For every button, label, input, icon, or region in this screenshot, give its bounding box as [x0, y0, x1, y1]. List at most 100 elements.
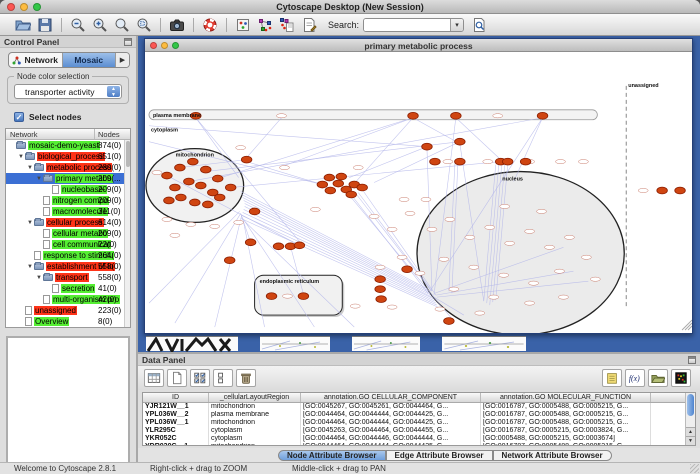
network-node[interactable] [164, 197, 175, 204]
network-node[interactable] [336, 173, 347, 180]
network-node[interactable] [224, 257, 235, 264]
tree-row[interactable]: Overview8(0) [6, 316, 130, 327]
tree-row[interactable]: ▼primary metabo209(... [6, 173, 130, 184]
zoom-fit-icon[interactable] [134, 16, 154, 34]
tab-mosaic[interactable]: Mosaic [63, 53, 117, 67]
table-row[interactable]: YPL036W__1mitochondrion[GO:0044464, GO:0… [143, 419, 695, 427]
network-node[interactable] [375, 286, 386, 293]
network-node[interactable] [455, 158, 466, 165]
tab-edge-attribute-browser[interactable]: Edge Attribute Browser [386, 450, 493, 461]
network-node[interactable] [212, 175, 223, 182]
network-node[interactable] [176, 194, 187, 201]
network-node[interactable] [375, 276, 386, 283]
tree-row[interactable]: response to stimulu264(0) [6, 250, 130, 261]
open-folder-icon[interactable] [13, 16, 33, 34]
scroll-down-icon[interactable]: ▼ [686, 436, 695, 445]
tree-row[interactable]: ▼cellular process614(0) [6, 217, 130, 228]
tree-row[interactable]: cellular metabo209(0) [6, 228, 130, 239]
network-node[interactable] [402, 266, 413, 273]
zoom-in-icon[interactable] [90, 16, 110, 34]
table-scrollbar[interactable]: ▲ ▼ [685, 393, 695, 445]
network-node[interactable] [273, 243, 284, 250]
network-node[interactable] [294, 242, 305, 249]
background-window-preview[interactable] [260, 336, 330, 351]
node-color-dropdown[interactable]: transporter activity ▲▼ [14, 84, 122, 99]
table-row[interactable]: YJR121W__1mitochondrion[GO:0045267, GO:0… [143, 403, 695, 411]
background-window-strip[interactable] [138, 335, 700, 352]
network-node[interactable] [162, 172, 173, 179]
tab-network[interactable]: Network [9, 53, 63, 67]
tab-node-attribute-browser[interactable]: Node Attribute Browser [278, 450, 386, 461]
unselect-all-attributes-icon[interactable] [213, 369, 233, 387]
network-node[interactable] [317, 181, 328, 188]
tree-row[interactable]: mosaic-demo-yeast874(0) [6, 140, 130, 151]
search-input[interactable] [364, 19, 450, 31]
tab-network-attribute-browser[interactable]: Network Attribute Browser [493, 450, 612, 461]
select-nodes-checkbox[interactable]: ✓ [14, 112, 24, 122]
vizmapper-icon[interactable] [255, 16, 275, 34]
network-node[interactable] [333, 180, 344, 187]
network-node[interactable] [455, 138, 466, 145]
network-node[interactable] [175, 164, 186, 171]
tree-row[interactable]: cell communicat22(0) [6, 239, 130, 250]
table-column-header[interactable]: annotation.GO CELLULAR_COMPONENT [301, 393, 481, 402]
search-box[interactable]: ▾ [363, 18, 464, 32]
network-node[interactable] [184, 178, 195, 185]
network-node[interactable] [657, 187, 668, 194]
filter-icon[interactable] [277, 16, 297, 34]
network-node[interactable] [430, 158, 441, 165]
table-column-header[interactable]: _cellularLayoutRegion [209, 393, 301, 402]
network-node[interactable] [249, 208, 260, 215]
float-panel-icon[interactable] [688, 356, 696, 364]
table-row[interactable]: YLR295Ccytoplasm[GO:0045263, GO:0044464,… [143, 427, 695, 435]
advanced-search-icon[interactable] [469, 16, 489, 34]
network-node[interactable] [190, 199, 201, 206]
background-window-preview[interactable] [352, 336, 420, 351]
background-window-preview[interactable] [442, 336, 526, 351]
tree-expander-icon[interactable]: ▼ [26, 165, 34, 171]
tree-expander-icon[interactable]: ▼ [17, 154, 25, 160]
network-node[interactable] [675, 187, 686, 194]
tree-row[interactable]: multi-organism pro42(0) [6, 294, 130, 305]
tab-overflow-icon[interactable]: ▶ [116, 53, 129, 67]
snapshot-icon[interactable] [167, 16, 187, 34]
matrix-icon[interactable] [671, 369, 691, 387]
zoom-selected-region-icon[interactable] [112, 16, 132, 34]
network-node[interactable] [225, 184, 236, 191]
tree-row[interactable]: macromolecule311(0) [6, 206, 130, 217]
import-attributes-icon[interactable] [648, 369, 668, 387]
network-node[interactable] [346, 191, 357, 198]
birdseye-view-panel[interactable] [6, 336, 130, 474]
tree-expander-icon[interactable]: ▼ [35, 275, 43, 281]
table-row[interactable]: YPL036W__2plasma membrane[GO:0044464, GO… [143, 411, 695, 419]
network-node[interactable] [357, 184, 368, 191]
tree-expander-icon[interactable]: ▼ [26, 264, 34, 270]
table-row[interactable]: YDR039C__1mitochondrion[GO:0044464, GO:0… [143, 443, 695, 446]
tree-row[interactable]: ▼transport558(0) [6, 272, 130, 283]
network-node[interactable] [202, 201, 213, 208]
resize-grip[interactable] [690, 464, 699, 473]
tree-expander-icon[interactable]: ▼ [35, 176, 43, 182]
network-node[interactable] [170, 184, 181, 191]
network-node[interactable] [188, 158, 199, 165]
network-node[interactable] [502, 158, 513, 165]
attribute-create-icon[interactable] [167, 369, 187, 387]
network-view-window[interactable]: primary metabolic process plasma membran… [144, 38, 693, 334]
table-column-header[interactable]: ID [143, 393, 209, 402]
network-node[interactable] [324, 174, 335, 181]
tree-row[interactable]: ▼biological_process651(0) [6, 151, 130, 162]
zoom-out-icon[interactable] [68, 16, 88, 34]
scroll-up-icon[interactable]: ▲ [686, 427, 695, 436]
delete-attribute-icon[interactable] [236, 369, 256, 387]
network-node[interactable] [376, 296, 387, 303]
tree-row[interactable]: ▼establishment of lo558(0) [6, 261, 130, 272]
network-node[interactable] [408, 112, 419, 119]
edit-icon[interactable] [299, 16, 319, 34]
network-node[interactable] [214, 194, 225, 201]
tree-row[interactable]: ▼metabolic process280(0) [6, 162, 130, 173]
help-icon[interactable] [200, 16, 220, 34]
table-row[interactable]: YKR052Ccytoplasm[GO:0044464, GO:0044446,… [143, 435, 695, 443]
table-column-header[interactable]: annotation.GO MOLECULAR_FUNCTION [481, 393, 651, 402]
network-node[interactable] [520, 158, 531, 165]
network-node[interactable] [245, 239, 256, 246]
